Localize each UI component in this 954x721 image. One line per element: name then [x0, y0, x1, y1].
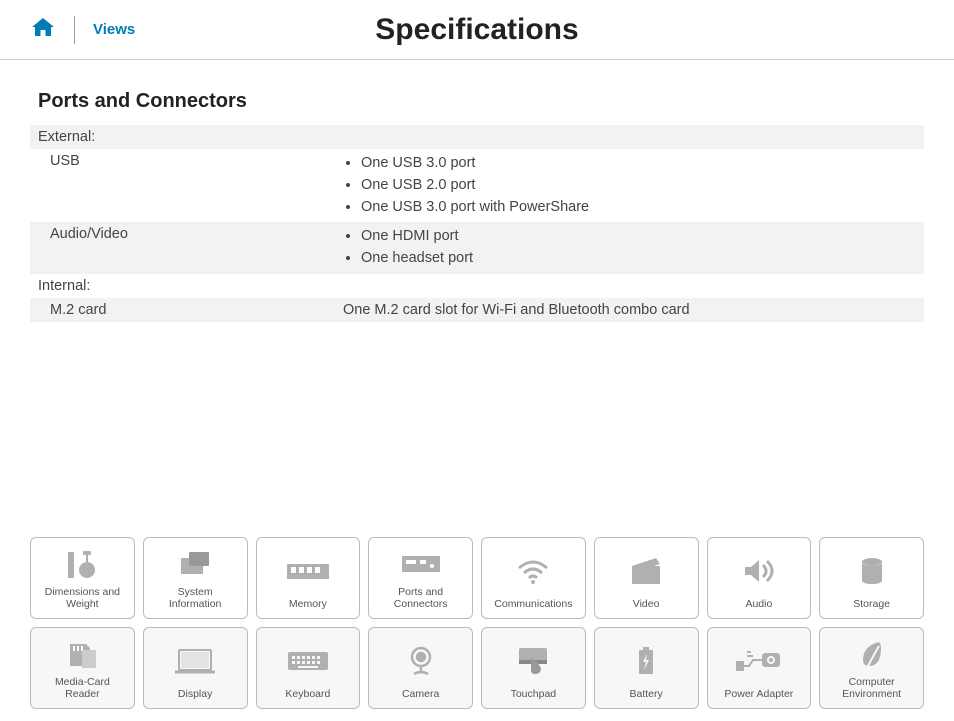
power-adapter-icon: [712, 634, 807, 688]
nav-label: Dimensions and Weight: [45, 586, 120, 610]
header: Views Specifications: [0, 0, 954, 60]
views-link[interactable]: Views: [93, 21, 135, 38]
nav-label: Video: [633, 598, 660, 610]
group-heading-row: Internal:: [30, 274, 924, 298]
spec-label: M.2 card: [38, 302, 343, 318]
nav-touchpad[interactable]: Touchpad: [481, 627, 586, 709]
page-title: Specifications: [375, 13, 578, 47]
nav-label: Touchpad: [511, 688, 557, 700]
nav-label: Display: [178, 688, 212, 700]
nav-video[interactable]: Video: [594, 537, 699, 619]
nav-label: Camera: [402, 688, 439, 700]
nav-display[interactable]: Display: [143, 627, 248, 709]
nav-label: Computer Environment: [842, 676, 901, 700]
nav-media-card[interactable]: Media-Card Reader: [30, 627, 135, 709]
spec-item: One HDMI port: [361, 226, 916, 248]
battery-icon: [599, 634, 694, 688]
spec-label: USB: [38, 153, 343, 218]
nav-memory[interactable]: Memory: [256, 537, 361, 619]
spec-label: Audio/Video: [38, 226, 343, 270]
nav-label: Memory: [289, 598, 327, 610]
wifi-icon: [486, 544, 581, 598]
spec-value: One M.2 card slot for Wi-Fi and Bluetoot…: [343, 302, 916, 318]
spec-value: One HDMI port One headset port: [343, 226, 916, 270]
spec-item: One USB 2.0 port: [361, 175, 916, 197]
video-icon: [599, 544, 694, 598]
nav-system-info[interactable]: System Information: [143, 537, 248, 619]
home-icon[interactable]: [30, 16, 56, 43]
spec-table: External: USB One USB 3.0 port One USB 2…: [30, 125, 924, 322]
display-icon: [148, 634, 243, 688]
nav-audio[interactable]: Audio: [707, 537, 812, 619]
dimensions-icon: [35, 544, 130, 586]
memory-icon: [261, 544, 356, 598]
nav-ports[interactable]: Ports and Connectors: [368, 537, 473, 619]
system-info-icon: [148, 544, 243, 586]
nav-battery[interactable]: Battery: [594, 627, 699, 709]
spec-item: One headset port: [361, 248, 916, 270]
nav-communications[interactable]: Communications: [481, 537, 586, 619]
storage-icon: [824, 544, 919, 598]
nav-label: Communications: [494, 598, 572, 610]
nav-label: Power Adapter: [724, 688, 793, 700]
nav-dimensions[interactable]: Dimensions and Weight: [30, 537, 135, 619]
ports-icon: [373, 544, 468, 586]
audio-icon: [712, 544, 807, 598]
nav-label: Keyboard: [285, 688, 330, 700]
nav-label: Ports and Connectors: [394, 586, 448, 610]
section-title: Ports and Connectors: [30, 90, 924, 113]
nav-camera[interactable]: Camera: [368, 627, 473, 709]
nav-keyboard[interactable]: Keyboard: [256, 627, 361, 709]
nav-grid: Dimensions and Weight System Information…: [30, 537, 924, 709]
group-heading: Internal:: [38, 278, 343, 294]
nav-label: System Information: [169, 586, 222, 610]
group-heading-row: External:: [30, 125, 924, 149]
content: Ports and Connectors External: USB One U…: [0, 60, 954, 322]
nav-storage[interactable]: Storage: [819, 537, 924, 619]
nav-label: Audio: [745, 598, 772, 610]
keyboard-icon: [261, 634, 356, 688]
spec-row: Audio/Video One HDMI port One headset po…: [30, 222, 924, 274]
media-card-icon: [35, 634, 130, 676]
nav-environment[interactable]: Computer Environment: [819, 627, 924, 709]
nav-label: Storage: [853, 598, 890, 610]
touchpad-icon: [486, 634, 581, 688]
nav-label: Battery: [629, 688, 662, 700]
group-heading: External:: [38, 129, 343, 145]
nav-power-adapter[interactable]: Power Adapter: [707, 627, 812, 709]
spec-item: One USB 3.0 port: [361, 153, 916, 175]
leaf-icon: [824, 634, 919, 676]
spec-value: One USB 3.0 port One USB 2.0 port One US…: [343, 153, 916, 218]
camera-icon: [373, 634, 468, 688]
header-divider: [74, 16, 75, 44]
spec-row: M.2 card One M.2 card slot for Wi-Fi and…: [30, 298, 924, 322]
spec-item: One USB 3.0 port with PowerShare: [361, 197, 916, 219]
spec-row: USB One USB 3.0 port One USB 2.0 port On…: [30, 149, 924, 222]
nav-label: Media-Card Reader: [55, 676, 110, 700]
